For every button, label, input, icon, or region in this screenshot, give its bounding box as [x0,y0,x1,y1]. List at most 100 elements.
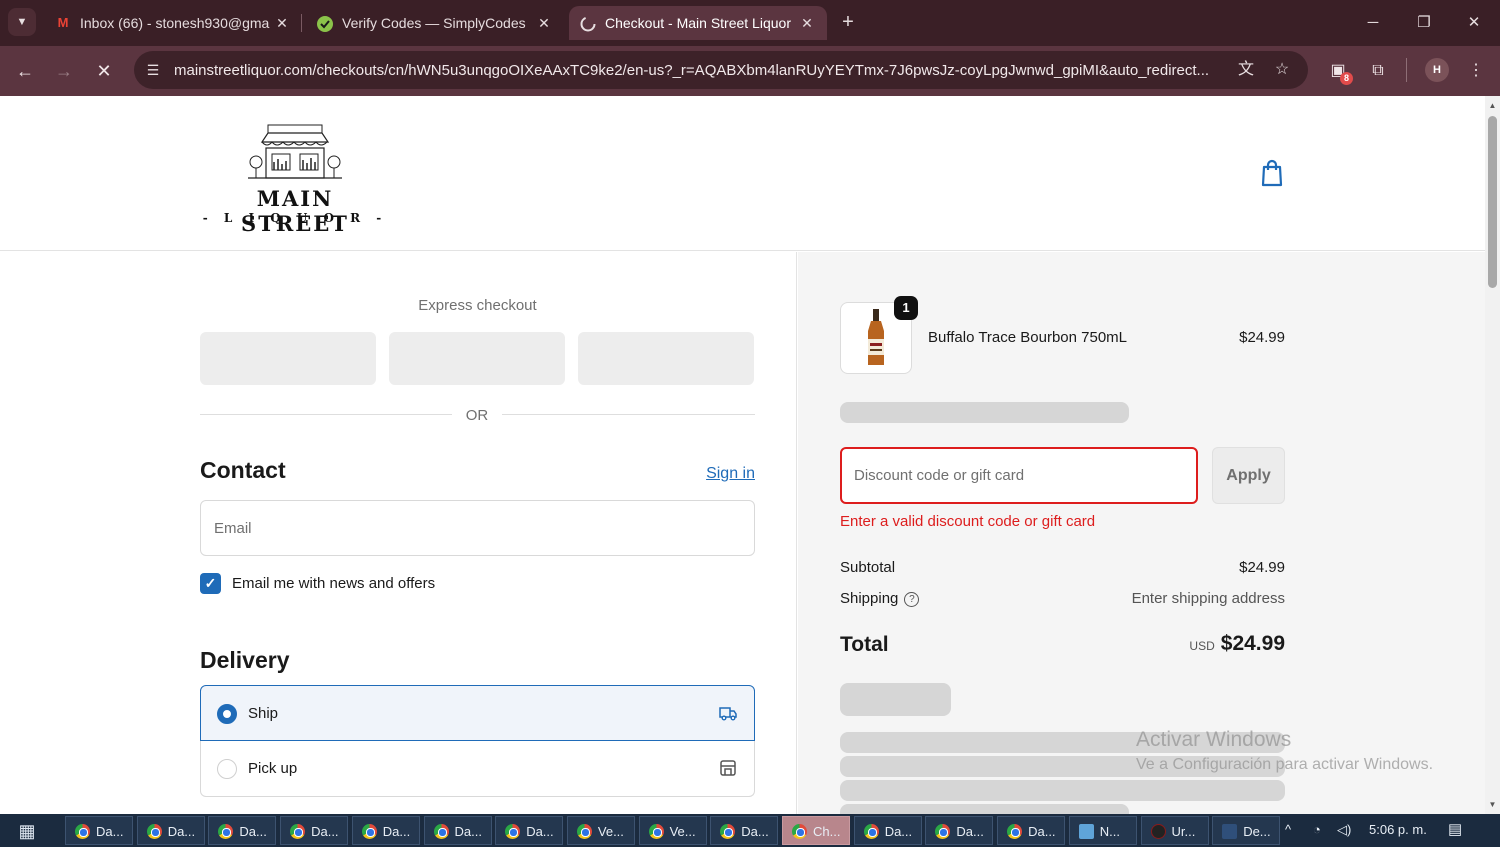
taskbar-app-label: Da... [884,824,913,839]
total-label: Total [840,633,889,656]
taskbar-app-button[interactable]: Ur... [1140,816,1209,845]
taskbar-app-button[interactable]: Ve... [566,816,635,845]
tab-simplycodes[interactable]: Verify Codes — SimplyCodes ✕ [306,6,564,40]
close-tab-icon[interactable]: ✕ [534,13,554,33]
product-price: $24.99 [1239,329,1285,346]
shopping-bag-icon[interactable] [1258,158,1286,188]
radio-button[interactable] [217,759,237,779]
clock[interactable]: 5:06 p. m. [1369,822,1427,837]
taskbar-app-label: Da... [382,824,411,839]
taskbar-app-label: Da... [741,824,769,839]
taskbar-app-label: Ve... [597,824,624,839]
task-view-icon[interactable]: ▦ [14,820,40,842]
profile-avatar[interactable]: H [1425,58,1449,82]
discount-error-message: Enter a valid discount code or gift card [840,513,1096,530]
url-text[interactable]: mainstreetliquor.com/checkouts/cn/hWN5u3… [174,62,1224,79]
taskbar-app-label: N... [1099,824,1121,839]
windows-activation-subtitle: Ve a Configuración para activar Windows. [1136,756,1434,773]
app-icon [361,824,377,839]
apply-discount-button[interactable]: Apply [1212,447,1285,504]
taskbar-app-button[interactable]: Ve... [638,816,707,845]
express-pay-button[interactable] [389,332,565,385]
taskbar-app-button[interactable]: De... [1212,816,1281,845]
stop-loading-button[interactable]: ✕ [91,58,117,84]
taskbar-app-button[interactable]: Da... [65,816,133,845]
minimize-icon[interactable]: ─ [1358,8,1388,38]
loading-placeholder [840,402,1129,423]
quantity-badge: 1 [894,296,918,320]
email-field[interactable]: Email [200,500,755,556]
restore-icon[interactable]: ❐ [1409,8,1439,38]
translate-icon[interactable]: 文 [1235,59,1257,81]
scroll-down-arrow-icon[interactable]: ▼ [1485,797,1500,812]
app-icon [648,824,664,839]
app-icon [218,824,234,839]
currency-code: USD [1189,639,1215,653]
tab-search-button[interactable]: ▼ [8,8,36,36]
scroll-up-arrow-icon[interactable]: ▲ [1485,98,1500,113]
discount-placeholder: Discount code or gift card [854,467,1025,484]
taskbar-app-label: Da... [1028,824,1056,839]
taskbar-app-button[interactable]: Da... [495,816,564,845]
express-pay-button[interactable] [200,332,376,385]
help-icon[interactable]: ? [904,592,920,607]
taskbar-app-button[interactable]: Da... [997,816,1066,845]
tray-expand-icon[interactable]: ^ [1285,822,1291,837]
newsletter-label[interactable]: Email me with news and offers [232,575,435,592]
taskbar-app-button[interactable]: Da... [280,816,349,845]
close-tab-icon[interactable]: ✕ [797,13,817,33]
scrollbar-thumb[interactable] [1488,116,1497,288]
shipping-value: Enter shipping address [1131,590,1285,607]
taskbar-app-button[interactable]: Da... [351,816,420,845]
bookmark-star-icon[interactable]: ☆ [1271,59,1293,81]
address-bar[interactable]: ☰ mainstreetliquor.com/checkouts/cn/hWN5… [134,51,1308,89]
discount-code-input[interactable]: Discount code or gift card [840,447,1198,504]
site-info-icon[interactable]: ☰ [142,59,164,81]
sign-in-link[interactable]: Sign in [700,465,755,483]
app-icon [505,824,521,839]
notifications-icon[interactable]: ▤ [1448,820,1462,838]
app-icon [576,824,592,839]
email-placeholder: Email [214,520,252,537]
taskbar-app-button[interactable]: Ch... [782,816,850,845]
taskbar-app-label: Da... [96,824,124,839]
store-header: MAIN STREET - L I Q U O R - [0,96,1485,251]
forward-button[interactable]: → [51,58,77,84]
taskbar-app-button[interactable]: N... [1068,816,1137,845]
taskbar-app-label: Ch... [813,824,841,839]
app-icon [1078,824,1094,839]
total-amount: $24.99 [1220,632,1285,655]
loading-placeholder [840,804,1129,814]
volume-icon[interactable]: ◁) [1337,822,1351,838]
express-pay-button[interactable] [578,332,754,385]
tab-checkout[interactable]: Checkout - Main Street Liquor ✕ [569,6,827,40]
browser-toolbar: ← → ✕ ☰ mainstreetliquor.com/checkouts/c… [0,46,1500,96]
windows-activation-title: Activar Windows [1136,728,1292,751]
taskbar-app-button[interactable]: Da... [208,816,277,845]
newsletter-checkbox[interactable]: ✓ [200,573,221,594]
taskbar-app-button[interactable]: Da... [925,816,994,845]
new-tab-button[interactable]: + [836,10,860,34]
taskbar-app-button[interactable]: Da... [136,816,205,845]
browser-menu-icon[interactable]: ⋮ [1463,58,1489,84]
radio-button[interactable] [217,704,237,724]
delivery-option-pickup[interactable]: Pick up [200,741,755,797]
back-button[interactable]: ← [12,58,38,84]
simplycodes-icon [316,15,334,32]
delivery-option-ship[interactable]: Ship [200,685,755,741]
page-scrollbar[interactable]: ▲ ▼ [1485,96,1500,814]
shipping-row: Shipping? [840,590,920,607]
close-tab-icon[interactable]: ✕ [272,13,292,33]
taskbar-app-button[interactable]: Da... [853,816,922,845]
app-icon [935,824,951,839]
taskbar-app-button[interactable]: Da... [710,816,779,845]
taskbar-app-label: Da... [311,824,339,839]
extensions-puzzle-icon[interactable]: ⧉ [1365,58,1391,84]
close-window-icon[interactable]: ✕ [1459,8,1489,38]
network-icon[interactable]: ◔ [1313,822,1321,837]
tab-gmail[interactable]: M Inbox (66) - stonesh930@gmail.com ✕ [44,6,302,40]
shipping-label: Shipping [840,590,899,607]
delivery-option-label: Ship [248,705,279,722]
store-logo[interactable]: MAIN STREET - L I Q U O R - [200,122,390,236]
taskbar-app-button[interactable]: Da... [423,816,492,845]
